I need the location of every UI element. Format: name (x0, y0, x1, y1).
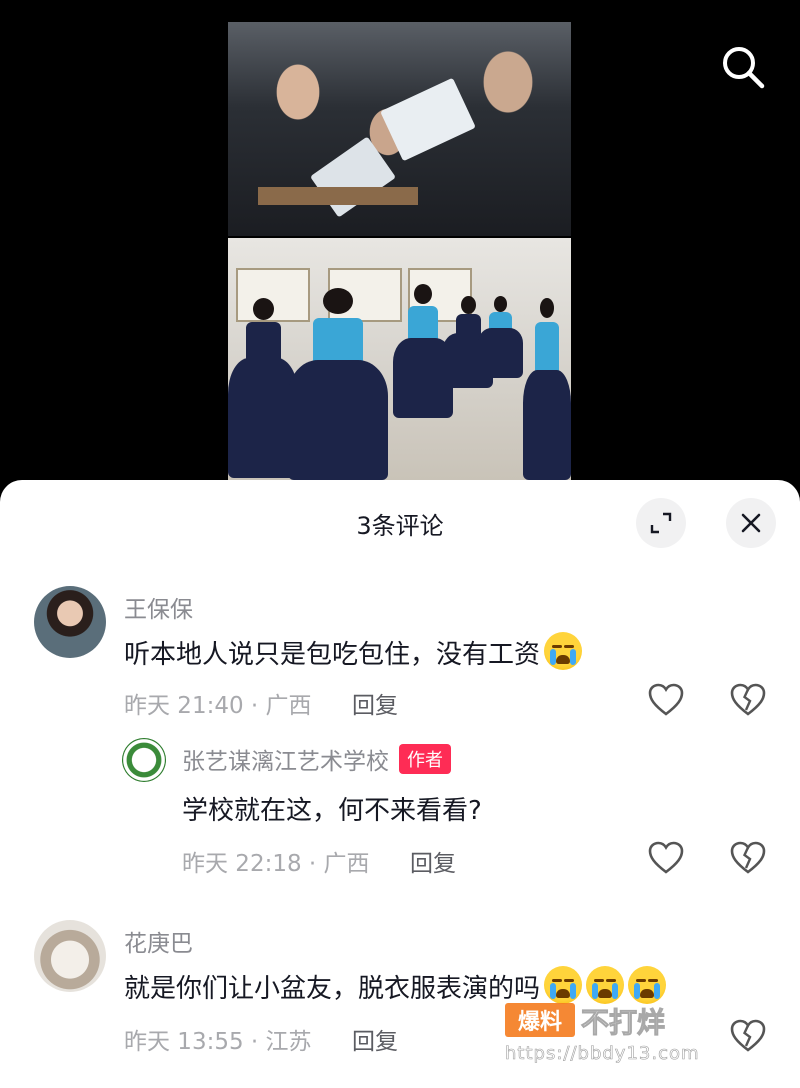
video-frame-classroom (228, 22, 571, 236)
comment-username-text: 张艺谋漓江艺术学校 (182, 749, 389, 775)
comment-reply-item: 张艺谋漓江艺术学校 作者 学校就在这，何不来看看? 昨天 22:18 · 广西 回… (0, 738, 800, 888)
comment-meta: 昨天 22:18 · 广西 (182, 851, 370, 877)
broken-heart-icon (730, 1019, 766, 1052)
video-frame-dance-studio (228, 238, 571, 480)
comment-text-content: 听本地人说只是包吃包住，没有工资 (124, 640, 541, 670)
close-icon (741, 513, 761, 533)
avatar[interactable] (34, 586, 106, 658)
reply-button[interactable]: 回复 (410, 844, 456, 878)
search-button[interactable] (720, 44, 766, 90)
crying-emoji-icon (586, 966, 625, 1004)
broken-heart-icon (730, 841, 766, 874)
expand-icon (650, 512, 672, 534)
heart-icon (648, 841, 684, 874)
comment-username[interactable]: 王保保 (124, 590, 193, 624)
comment-text: 就是你们让小盆友，脱衣服表演的吗 (124, 966, 667, 1005)
comment-text: 听本地人说只是包吃包住，没有工资 (124, 632, 583, 671)
crying-emoji-icon (628, 966, 667, 1004)
like-button[interactable] (646, 680, 686, 720)
reply-button[interactable]: 回复 (352, 1022, 398, 1056)
comment-text-content: 就是你们让小盆友，脱衣服表演的吗 (124, 974, 541, 1004)
heart-icon (648, 683, 684, 716)
crying-emoji-icon (544, 966, 583, 1004)
comment-meta: 昨天 13:55 · 江苏 (124, 1029, 312, 1055)
reply-button[interactable]: 回复 (352, 686, 398, 720)
comment-item: 花庚巴 就是你们让小盆友，脱衣服表演的吗 昨天 13:55 · 江苏 回复 (0, 914, 800, 1084)
school-logo-avatar[interactable] (122, 738, 166, 782)
dislike-button[interactable] (728, 1016, 768, 1056)
broken-heart-icon (730, 683, 766, 716)
comments-sheet: 3条评论 王保保 听本地人说只是包吃包住，没有工资 昨天 21:40 · 广西 … (0, 480, 800, 1088)
comment-text: 学校就在这，何不来看看? (182, 796, 482, 826)
comment-item: 王保保 听本地人说只是包吃包住，没有工资 昨天 21:40 · 广西 回复 (0, 580, 800, 730)
dislike-button[interactable] (728, 838, 768, 878)
comment-username[interactable]: 张艺谋漓江艺术学校 作者 (182, 742, 451, 776)
author-badge: 作者 (399, 744, 451, 774)
dislike-button[interactable] (728, 680, 768, 720)
avatar[interactable] (34, 920, 106, 992)
expand-button[interactable] (636, 498, 686, 548)
crying-emoji-icon (544, 632, 583, 670)
comment-username[interactable]: 花庚巴 (124, 924, 193, 958)
video-player[interactable] (0, 0, 800, 500)
search-icon (723, 47, 765, 89)
close-button[interactable] (726, 498, 776, 548)
like-button[interactable] (646, 838, 686, 878)
comment-meta: 昨天 21:40 · 广西 (124, 693, 312, 719)
